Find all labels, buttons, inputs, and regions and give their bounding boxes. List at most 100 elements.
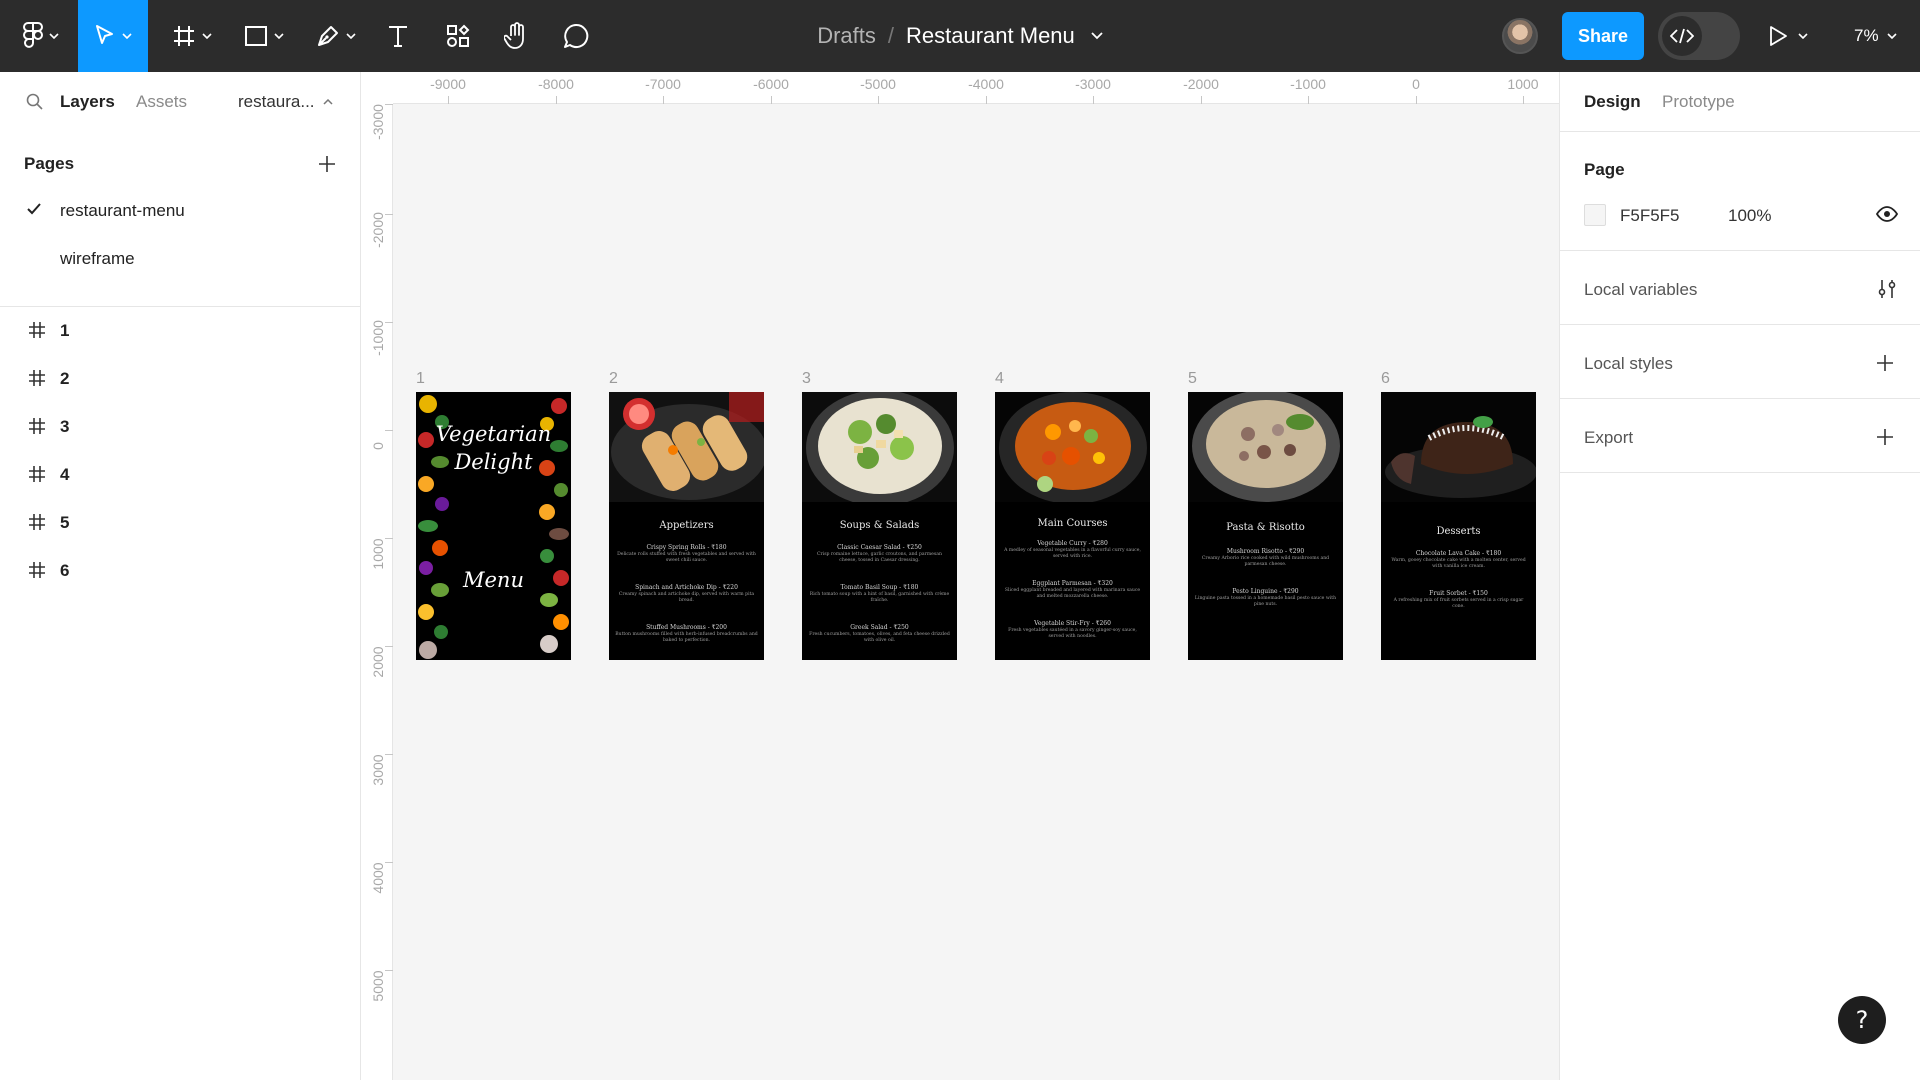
menu-item-name: Pesto Linguine - ₹290 (1232, 588, 1299, 595)
hand-icon (504, 22, 524, 49)
page-fill-opacity[interactable]: 100% (1728, 206, 1771, 226)
cursor-icon (96, 25, 113, 44)
frame-label-1[interactable]: 1 (416, 370, 425, 388)
menu-item-description: A refreshing mix of fruit sorbets served… (1393, 598, 1524, 609)
user-avatar[interactable] (1502, 18, 1538, 54)
chocolate-lava-cake-photo (1381, 392, 1536, 502)
variables-icon[interactable] (1876, 278, 1898, 300)
frame-pasta-risotto[interactable]: Pasta & Risotto Mushroom Risotto - ₹290 … (1188, 392, 1343, 660)
ruler-tick (385, 970, 393, 971)
tab-assets[interactable]: Assets (136, 92, 187, 112)
menu-item-description: Creamy spinach and artichoke dip, served… (618, 592, 755, 603)
export-title[interactable]: Export (1584, 428, 1633, 448)
zoom-menu[interactable]: 7% (1854, 0, 1897, 72)
section-title: Desserts (1436, 526, 1481, 537)
ruler-label: -6000 (753, 76, 789, 92)
components-icon (447, 24, 470, 47)
layer-item-frame-5[interactable]: 5 (0, 500, 360, 546)
page-item-restaurant-menu[interactable]: restaurant-menu (0, 188, 360, 234)
page-item-wireframe[interactable]: wireframe (0, 236, 360, 282)
pen-tool-button[interactable] (308, 0, 364, 72)
file-name[interactable]: Restaurant Menu (906, 23, 1075, 49)
menu-item-description: Fresh cucumbers, tomatoes, olives, and f… (809, 632, 950, 643)
layer-item-frame-1[interactable]: 1 (0, 308, 360, 354)
layer-item-frame-4[interactable]: 4 (0, 452, 360, 498)
layer-item-frame-6[interactable]: 6 (0, 548, 360, 594)
frame-tool-button[interactable] (164, 0, 220, 72)
layer-item-frame-3[interactable]: 3 (0, 404, 360, 450)
eye-icon[interactable] (1876, 206, 1898, 222)
add-page-icon[interactable] (318, 155, 336, 173)
page-fill-swatch[interactable] (1584, 204, 1606, 226)
menu-item-name: Vegetable Curry - ₹280 (1037, 540, 1108, 547)
tab-layers[interactable]: Layers (60, 92, 115, 112)
menu-item: Stuffed Mushrooms - ₹200 Button mushroom… (615, 624, 758, 644)
breadcrumb-drafts[interactable]: Drafts (817, 23, 876, 49)
layer-item-frame-2[interactable]: 2 (0, 356, 360, 402)
move-tool-button[interactable] (78, 0, 148, 72)
frame-soups-salads[interactable]: Soups & Salads Classic Caesar Salad - ₹2… (802, 392, 957, 660)
resources-button[interactable] (440, 0, 476, 72)
ruler-label: 0 (370, 442, 386, 450)
frame-icon (29, 466, 45, 482)
page-fill-hex[interactable]: F5F5F5 (1620, 206, 1680, 226)
present-button[interactable] (1768, 0, 1808, 72)
pages-header: Pages (24, 154, 336, 174)
tab-design[interactable]: Design (1584, 92, 1641, 112)
chevron-down-icon (346, 33, 356, 39)
frame-cover[interactable]: Vegetarian Delight Menu (416, 392, 571, 660)
menu-item: Crispy Spring Rolls - ₹180 Delicate roll… (615, 544, 758, 564)
frame-label-6[interactable]: 6 (1381, 370, 1390, 388)
frame-label-2[interactable]: 2 (609, 370, 618, 388)
ruler-label: -1000 (370, 320, 386, 356)
mushroom-risotto-photo (1188, 392, 1343, 502)
section-divider (1560, 324, 1920, 325)
hand-tool-button[interactable] (498, 0, 534, 72)
ruler-tick (385, 538, 393, 539)
rectangle-icon (245, 26, 267, 46)
design-panel: Design Prototype Page F5F5F5 100% Local … (1559, 72, 1920, 1080)
cover-title-line-1: Vegetarian (435, 422, 552, 446)
add-style-icon[interactable] (1876, 354, 1894, 372)
frame-label-4[interactable]: 4 (995, 370, 1004, 388)
menu-item-description: Warm, gooey chocolate cake with a molten… (1391, 558, 1526, 569)
file-menu-button[interactable] (1091, 32, 1103, 40)
frame-label-3[interactable]: 3 (802, 370, 811, 388)
shape-tool-button[interactable] (236, 0, 292, 72)
ruler-tick (663, 96, 664, 104)
search-icon[interactable] (26, 93, 44, 111)
vertical-ruler: -3000 -2000 -1000 0 1000 2000 3000 4000 … (361, 72, 393, 1080)
menu-item: Chocolate Lava Cake - ₹180 Warm, gooey c… (1387, 550, 1530, 570)
tab-prototype[interactable]: Prototype (1662, 92, 1735, 112)
local-styles-title[interactable]: Local styles (1584, 354, 1673, 374)
page-section-title: Page (1584, 160, 1625, 179)
ruler-tick (1201, 96, 1202, 104)
add-export-icon[interactable] (1876, 428, 1894, 446)
chevron-down-icon (1887, 33, 1897, 39)
ruler-label: 2000 (370, 646, 386, 678)
frame-desserts[interactable]: Desserts Chocolate Lava Cake - ₹180 Warm… (1381, 392, 1536, 660)
ruler-tick (385, 104, 393, 105)
text-tool-button[interactable] (380, 0, 416, 72)
menu-item-name: Spinach and Artichoke Dip - ₹220 (635, 584, 738, 591)
ruler-label: 4000 (370, 862, 386, 894)
dev-mode-toggle[interactable] (1658, 12, 1740, 60)
ruler-label: -2000 (370, 212, 386, 248)
frame-main-courses[interactable]: Main Courses Vegetable Curry - ₹280 A me… (995, 392, 1150, 660)
menu-item: Eggplant Parmesan - ₹320 Sliced eggplant… (1001, 580, 1144, 600)
main-menu-button[interactable] (16, 0, 66, 72)
frame-label-5[interactable]: 5 (1188, 370, 1197, 388)
help-button[interactable]: ? (1838, 996, 1886, 1044)
canvas[interactable]: -3000 -2000 -1000 0 1000 2000 3000 4000 … (361, 72, 1559, 1080)
left-panel-tabs: Layers Assets restaura... (0, 72, 360, 132)
comment-tool-button[interactable] (558, 0, 594, 72)
page-selector[interactable]: restaura... (238, 92, 333, 112)
menu-item-name: Vegetable Stir-Fry - ₹260 (1034, 620, 1111, 627)
dev-mode-knob (1662, 16, 1702, 56)
section-title: Pasta & Risotto (1226, 522, 1305, 533)
share-button[interactable]: Share (1562, 12, 1644, 60)
frame-appetizers[interactable]: Appetizers Crispy Spring Rolls - ₹180 De… (609, 392, 764, 660)
menu-item-description: Button mushrooms filled with herb-infuse… (615, 632, 758, 643)
ruler-label: 1000 (1507, 76, 1539, 92)
local-variables-title[interactable]: Local variables (1584, 280, 1697, 300)
